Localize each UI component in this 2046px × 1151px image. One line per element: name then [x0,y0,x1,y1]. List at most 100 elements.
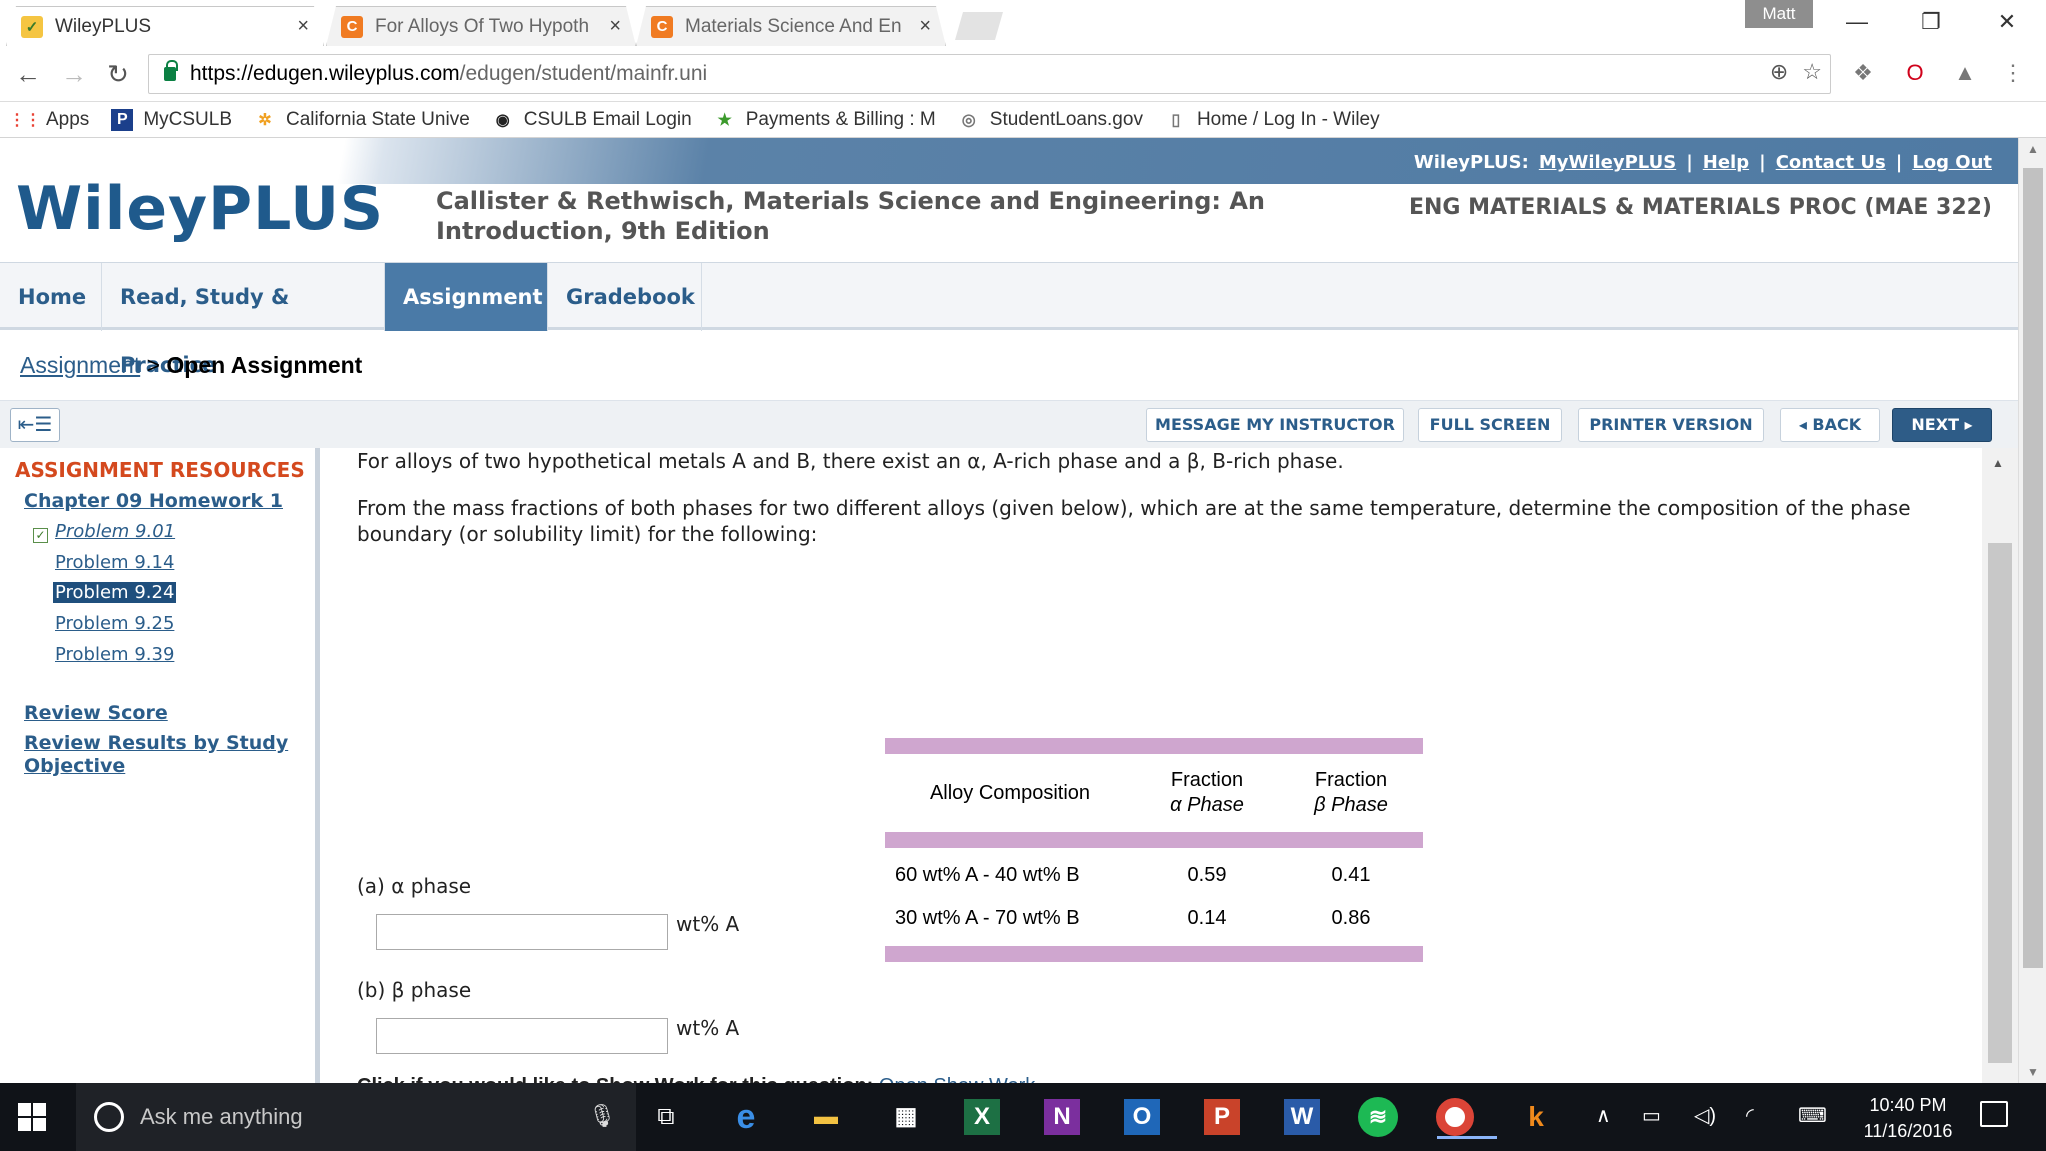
wileyplus-page: WileyPLUS: MyWileyPLUS | Help | Contact … [0,138,2018,1083]
scroll-up-icon[interactable]: ▲ [2019,138,2046,160]
review-results-link[interactable]: Review Results by Study Objective [24,732,314,778]
minimize-icon[interactable]: — [1832,4,1882,40]
bookmark-apps[interactable]: ⋮⋮ Apps [9,109,89,131]
show-hidden-icons-icon[interactable]: ∧ [1596,1103,1611,1128]
message-instructor-button[interactable]: MESSAGE MY INSTRUCTOR [1146,408,1404,442]
microphone-icon[interactable]: 🎙 [588,1103,616,1129]
volume-icon[interactable]: ◁) [1694,1103,1716,1128]
google-drive-extension-icon[interactable]: ▲ [1950,58,1980,88]
powerpoint-icon[interactable]: P [1204,1099,1240,1135]
keyboard-icon[interactable]: ⌨ [1798,1103,1827,1128]
tab-chegg-question[interactable]: C For Alloys Of Two Hypoth × [326,6,636,46]
file-explorer-icon[interactable]: ▬ [804,1095,848,1139]
bookmark-payments[interactable]: ★ Payments & Billing : M [714,109,936,131]
excel-icon[interactable]: X [964,1099,1000,1135]
chrome-menu-icon[interactable]: ⋮ [1998,58,2028,88]
mywileyplus-link[interactable]: MyWileyPLUS [1539,152,1676,173]
tab-wileyplus[interactable]: ✓ WileyPLUS × [6,6,324,46]
header-fraction-beta: Fraction β Phase [1279,754,1423,832]
back-arrow-icon[interactable]: ← [10,56,46,92]
bookmark-wiley-login[interactable]: ▯ Home / Log In - Wiley [1165,109,1380,131]
restore-icon[interactable]: ❐ [1906,4,1956,40]
tab-read-study-practice[interactable]: Read, Study & Practice [102,263,385,377]
collapse-sidebar-icon[interactable]: ⇤☰ [10,408,60,442]
bookmark-csulb-email[interactable]: ◉ CSULB Email Login [492,109,692,131]
scroll-down-icon[interactable]: ▼ [2019,1061,2046,1083]
close-window-icon[interactable]: ✕ [1982,4,2032,40]
close-tab-icon[interactable]: × [297,15,309,38]
log-out-link[interactable]: Log Out [1912,152,1992,173]
bookmarks-bar: ⋮⋮ Apps P MyCSULB ✲ California State Unive … [0,102,2046,138]
spotify-icon[interactable]: ≋ [1358,1097,1398,1137]
bookmark-studentloans[interactable]: ◎ StudentLoans.gov [958,109,1143,131]
address-bar[interactable]: https://edugen.wileyplus.com/edugen/stud… [148,54,1831,94]
windows-start-icon[interactable] [18,1103,46,1131]
scroll-up-arrow-icon[interactable]: ▲ [1992,456,2004,470]
secure-lock-icon [164,60,178,81]
problem-9-01-link[interactable]: Problem 9.01 [55,521,175,542]
action-bar: ⇤☰ MESSAGE MY INSTRUCTOR FULL SCREEN PRI… [0,400,2018,448]
help-link[interactable]: Help [1703,152,1749,173]
system-clock[interactable]: 10:40 PM 11/16/2016 [1852,1092,1964,1144]
contact-us-link[interactable]: Contact Us [1776,152,1886,173]
next-button[interactable]: NEXT ▸ [1892,408,1992,442]
content-scrollbar[interactable]: ▲ [1982,448,2018,1083]
close-tab-icon[interactable]: × [609,15,621,38]
tab-gradebook[interactable]: Gradebook [548,263,702,331]
tab-home[interactable]: Home [0,263,102,331]
full-screen-button[interactable]: FULL SCREEN [1418,408,1562,442]
new-tab-button[interactable] [955,12,1003,40]
mycsulb-icon: P [111,108,134,131]
reload-icon[interactable]: ↻ [100,56,136,92]
beta-phase-input[interactable] [376,1018,668,1054]
phase-data-table: Alloy Composition Fraction α Phase Fracti… [885,738,1423,962]
bookmark-mycsulb[interactable]: P MyCSULB [111,108,232,131]
breadcrumb-assignment-link[interactable]: Assignment [20,352,140,378]
problem-9-14-link[interactable]: Problem 9.14 [55,552,174,573]
word-icon[interactable]: W [1284,1099,1320,1135]
windows-taskbar: Ask me anything 🎙 ⧉ e ▬ ▦ X N O P W ≋ k … [0,1083,2046,1151]
bookmark-label: CSULB Email Login [523,108,692,130]
alpha-phase-input[interactable] [376,914,668,950]
tab-chegg-textbook[interactable]: C Materials Science And En × [636,6,946,46]
back-button[interactable]: ◂ BACK [1780,408,1880,442]
zoom-icon[interactable]: ⊕ [1770,59,1788,85]
review-score-link[interactable]: Review Score [24,702,168,724]
bookmark-star-icon[interactable]: ☆ [1802,59,1822,85]
table-cell: 0.41 [1331,864,1371,886]
k-app-icon[interactable]: k [1514,1095,1558,1139]
task-view-icon[interactable]: ⧉ [644,1095,688,1139]
content-scroll-thumb[interactable] [1988,543,2012,1063]
problem-9-25-link[interactable]: Problem 9.25 [55,613,174,634]
battery-icon[interactable]: ▭ [1642,1103,1661,1128]
outlook-icon[interactable]: O [1124,1099,1160,1135]
page-scroll-thumb[interactable] [2023,168,2043,968]
book-title: Callister & Rethwisch, Materials Science… [436,187,1265,245]
action-center-icon[interactable] [1980,1101,2008,1127]
problem-9-24-link[interactable]: Problem 9.24 [53,582,177,603]
table-cell: 0.59 [1187,864,1227,886]
dropbox-extension-icon[interactable]: ❖ [1848,58,1878,88]
profile-button[interactable]: Matt [1745,0,1813,28]
store-icon[interactable]: ▦ [884,1095,928,1139]
chrome-icon[interactable] [1436,1098,1497,1139]
top-links-prefix: WileyPLUS: [1413,152,1529,173]
header-fraction-alpha: Fraction α Phase [1135,754,1279,832]
printer-version-button[interactable]: PRINTER VERSION [1578,408,1764,442]
tab-assignment[interactable]: Assignment [385,263,548,331]
forward-arrow-icon[interactable]: → [56,56,92,92]
bookmark-csu[interactable]: ✲ California State Unive [254,108,470,131]
onenote-icon[interactable]: N [1044,1099,1080,1135]
opera-extension-icon[interactable]: O [1900,58,1930,88]
edge-icon[interactable]: e [724,1095,768,1139]
wifi-icon[interactable]: ◜ [1746,1103,1754,1128]
table-row: 60 wt% A - 40 wt% B 0.59 0.41 [885,854,1423,897]
page-scrollbar[interactable]: ▲ ▼ [2018,138,2046,1083]
url-text[interactable]: https://edugen.wileyplus.com/edugen/stud… [190,62,707,86]
problem-9-39-link[interactable]: Problem 9.39 [55,644,174,665]
bookmark-label: California State Unive [286,108,470,130]
chapter-link[interactable]: Chapter 09 Homework 1 [24,490,283,512]
part-a-unit: wt% A [676,912,740,936]
close-tab-icon[interactable]: × [919,15,931,38]
cortana-search-box[interactable]: Ask me anything 🎙 [76,1083,636,1151]
